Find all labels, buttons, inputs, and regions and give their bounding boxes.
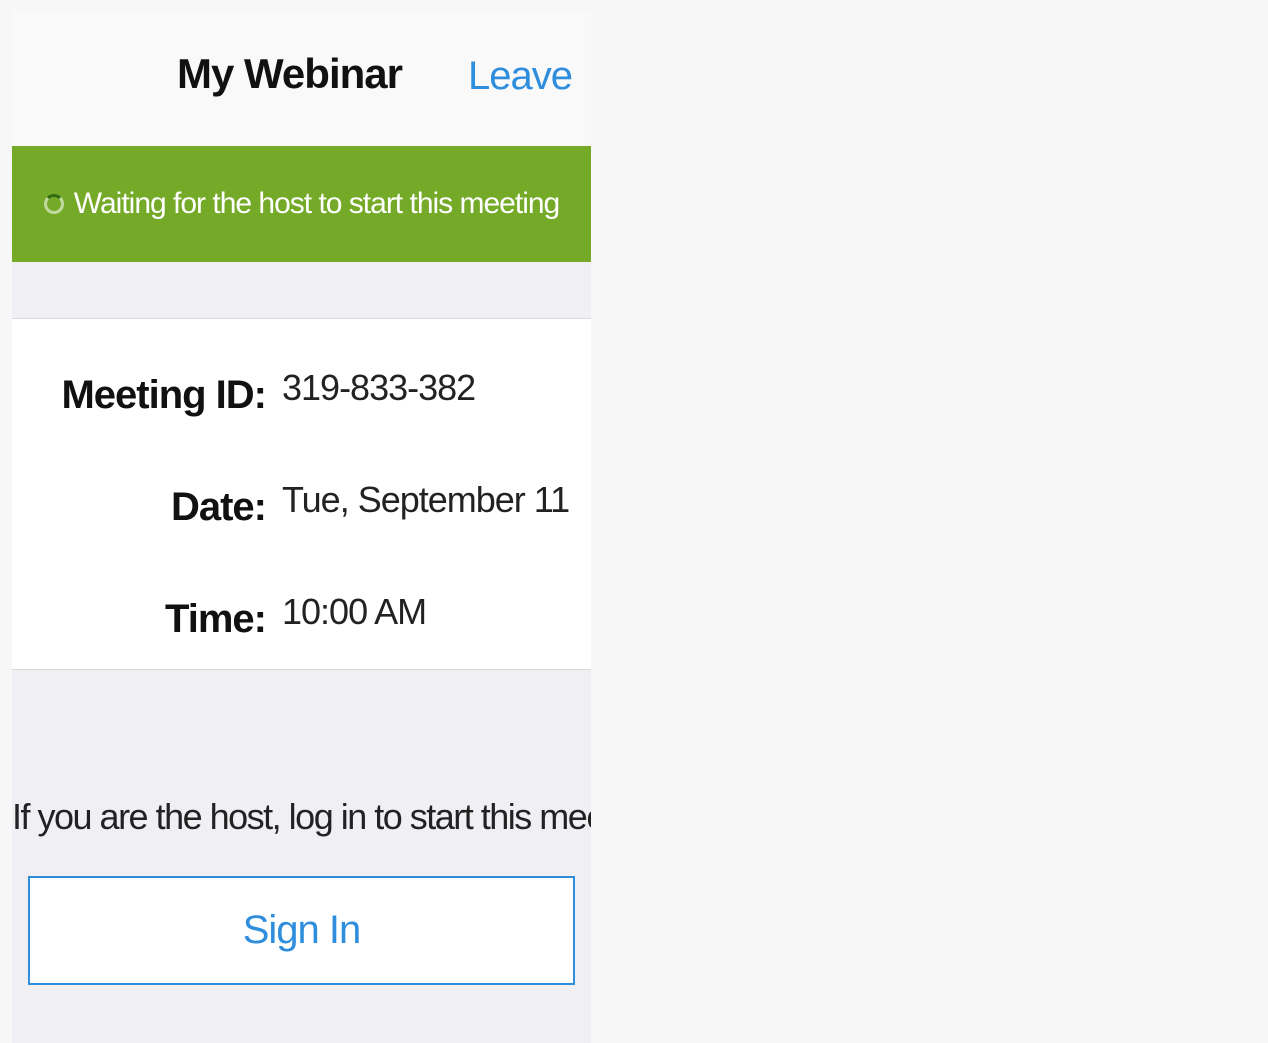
leave-button[interactable]: Leave xyxy=(468,54,573,99)
page-title-text: My Webinar xyxy=(177,50,403,97)
meeting-id-label: Meeting ID: xyxy=(61,373,267,417)
waiting-status-banner: Waiting for the host to start this meeti… xyxy=(12,146,591,262)
meeting-id-value: 319-833-382 xyxy=(282,367,476,408)
meeting-info-panel: Meeting ID: 319-833-382 Date: Tue, Septe… xyxy=(12,318,591,670)
screenshot-canvas: My Webinar Leave Waiting for the host to… xyxy=(0,0,1268,1043)
meeting-waiting-screen: My Webinar Leave Waiting for the host to… xyxy=(12,10,591,1043)
meeting-id-row: Meeting ID: 319-833-382 xyxy=(12,363,591,423)
host-login-prompt: If you are the host, log in to start thi… xyxy=(12,796,591,837)
time-row: Time: 10:00 AM xyxy=(12,587,591,647)
waiting-status-text: Waiting for the host to start this meeti… xyxy=(73,187,560,220)
navigation-bar: My Webinar Leave xyxy=(12,10,591,146)
sign-in-button[interactable]: Sign In xyxy=(28,876,575,985)
date-row: Date: Tue, September 11 xyxy=(12,475,591,535)
date-value: Tue, September 11 xyxy=(282,479,570,520)
time-label: Time: xyxy=(165,597,267,641)
time-value: 10:00 AM xyxy=(282,591,427,632)
sign-in-label: Sign In xyxy=(242,908,362,952)
loading-spinner-icon xyxy=(43,194,64,214)
date-label: Date: xyxy=(170,485,267,529)
